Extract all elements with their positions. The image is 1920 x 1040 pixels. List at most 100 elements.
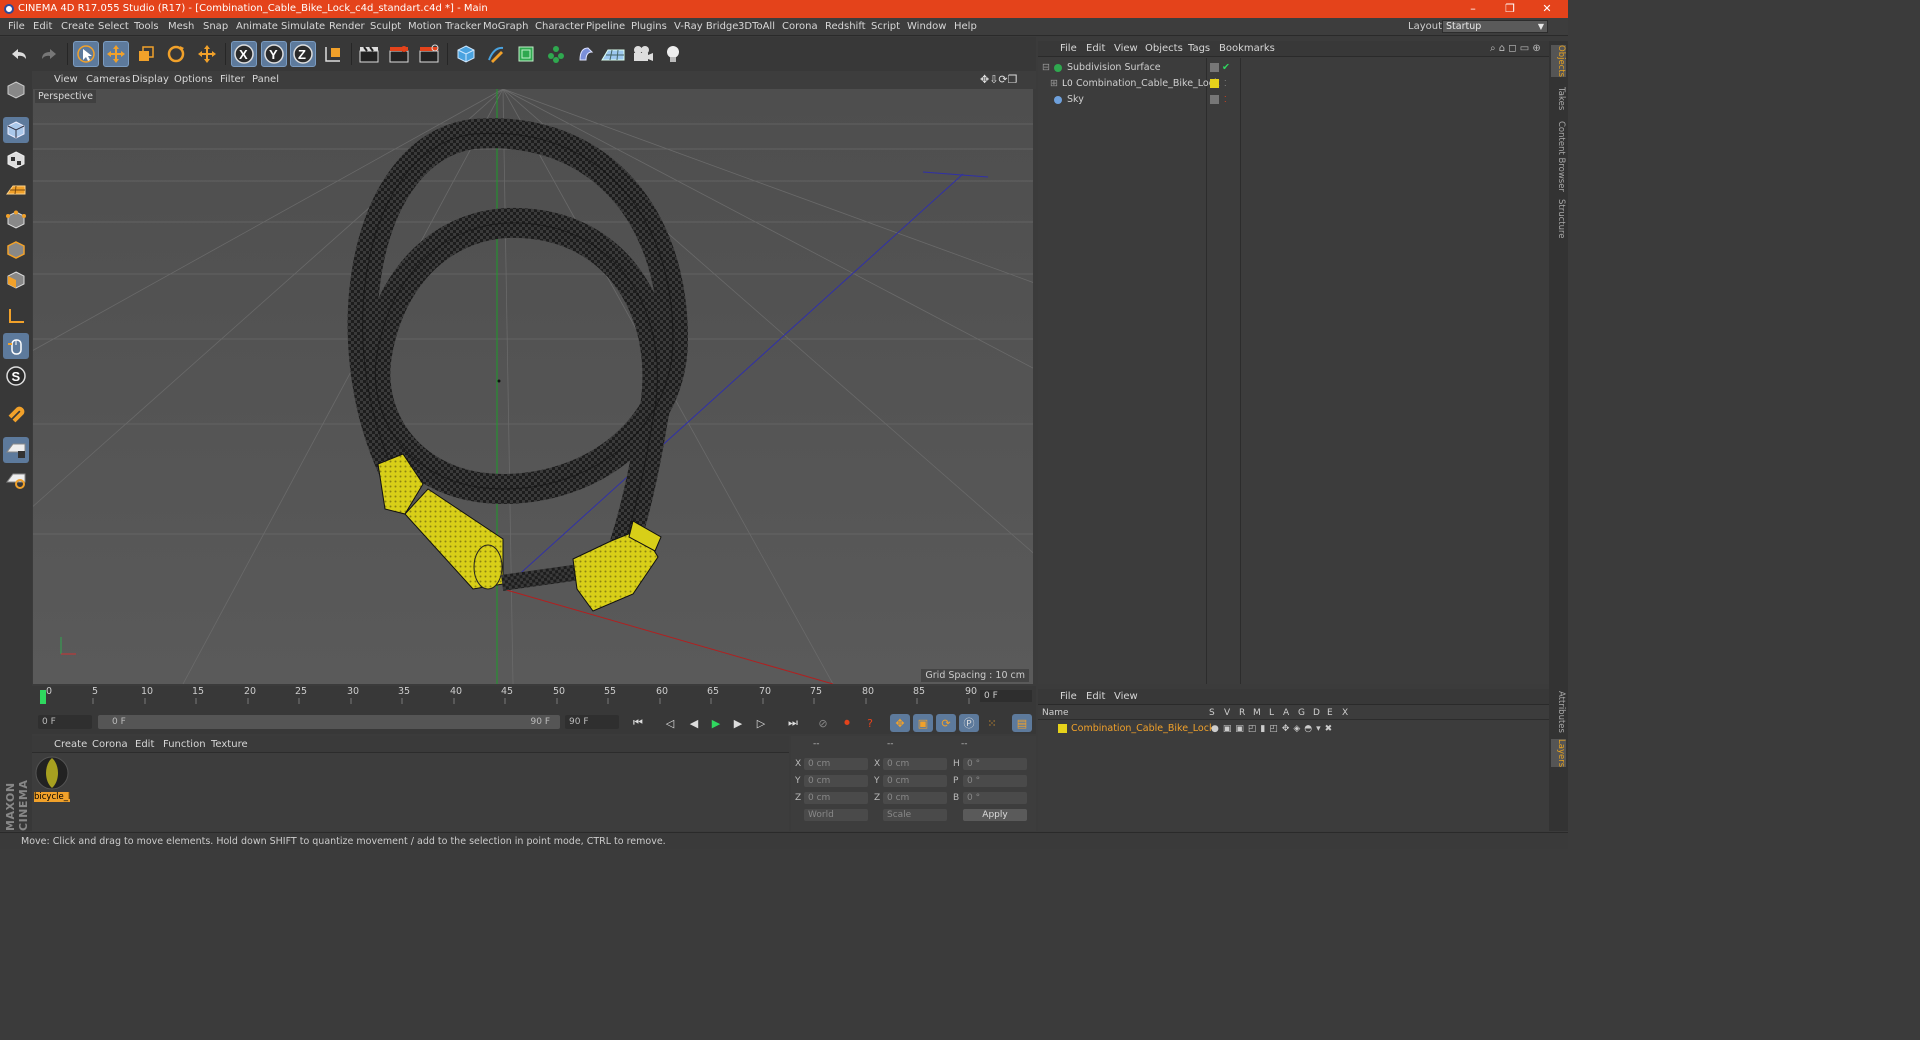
mat-menu-texture[interactable]: Texture xyxy=(211,736,248,754)
next-key-button[interactable]: ▷ xyxy=(751,714,771,732)
render-picture-viewer-button[interactable] xyxy=(386,41,412,67)
menu-tools[interactable]: Tools xyxy=(134,18,159,36)
vp-menu-options[interactable]: Options xyxy=(174,71,213,89)
rotation-b-field[interactable]: 0 ° xyxy=(963,792,1027,804)
viewport-nav-icons[interactable]: ✥⇩⟳❐ xyxy=(980,71,1018,89)
timeline-ruler[interactable]: 0 5 10 15 20 25 30 35 40 45 50 55 60 65 … xyxy=(40,686,980,704)
tweak-mode-button[interactable] xyxy=(3,333,29,359)
subdivision-button[interactable] xyxy=(513,41,539,67)
menu-mesh[interactable]: Mesh xyxy=(168,18,194,36)
layer-color-swatch[interactable] xyxy=(1058,724,1067,733)
menu-vray-bridge[interactable]: V-Ray Bridge xyxy=(674,18,738,36)
key-position-button[interactable]: ✥ xyxy=(890,714,910,732)
position-x-field[interactable]: 0 cm xyxy=(804,758,868,770)
size-z-field[interactable]: 0 cm xyxy=(883,792,947,804)
material-swatch[interactable]: bicycle_l xyxy=(34,755,70,803)
timeline[interactable]: 0 5 10 15 20 25 30 35 40 45 50 55 60 65 … xyxy=(32,686,1036,712)
tab-takes[interactable]: Takes xyxy=(1551,87,1566,110)
menu-3dtoall[interactable]: 3DToAll xyxy=(738,18,775,36)
mat-menu-function[interactable]: Function xyxy=(163,736,206,754)
vp-menu-cameras[interactable]: Cameras xyxy=(86,71,130,89)
viewport-perspective[interactable]: Perspective Grid Spacing : 10 cm xyxy=(33,89,1033,684)
menu-motion-tracker[interactable]: Motion Tracker xyxy=(408,18,481,36)
locked-workplane-button[interactable] xyxy=(3,437,29,463)
menu-select[interactable]: Select xyxy=(98,18,129,36)
tab-structure[interactable]: Structure xyxy=(1551,199,1566,239)
timeline-window-button[interactable]: ▤ xyxy=(1012,714,1032,732)
planar-workplane-button[interactable] xyxy=(3,467,29,493)
camera-button[interactable] xyxy=(630,41,656,67)
vp-menu-display[interactable]: Display xyxy=(132,71,169,89)
transform-tool-button[interactable] xyxy=(194,41,220,67)
mat-menu-corona[interactable]: Corona xyxy=(92,736,128,754)
render-settings-button[interactable] xyxy=(416,41,442,67)
visibility-dots[interactable]: ⁚ xyxy=(1224,92,1227,108)
object-row-subdivision[interactable]: ⊟ Subdivision Surface ✔ xyxy=(1038,60,1549,76)
edges-mode-button[interactable] xyxy=(3,237,29,263)
previous-frame-button[interactable]: ◀ xyxy=(684,714,704,732)
visibility-toggle[interactable] xyxy=(1210,63,1219,72)
key-parameter-button[interactable]: Ⓟ xyxy=(959,714,979,732)
move-tool-button[interactable] xyxy=(103,41,129,67)
layer-menu-edit[interactable]: Edit xyxy=(1086,689,1105,707)
y-axis-button[interactable]: Y xyxy=(261,41,287,67)
layout-select[interactable]: Startup ▼ xyxy=(1442,20,1548,33)
end-frame-field[interactable]: 90 F xyxy=(565,715,619,729)
polygons-mode-button[interactable] xyxy=(3,267,29,293)
menu-pipeline[interactable]: Pipeline xyxy=(586,18,625,36)
position-z-field[interactable]: 0 cm xyxy=(804,792,868,804)
expand-icon[interactable]: ⊞ xyxy=(1050,76,1058,92)
make-editable-button[interactable] xyxy=(3,77,29,103)
search-icon[interactable]: ⌕ ⌂ ◻ ▭ ⊕ xyxy=(1490,41,1541,59)
object-row-sky[interactable]: Sky ⁚ xyxy=(1038,92,1549,108)
go-to-start-button[interactable]: ⏮ xyxy=(628,714,648,732)
check-icon[interactable]: ✔ xyxy=(1222,60,1230,76)
coordinate-system-button[interactable] xyxy=(320,41,346,67)
menu-mograph[interactable]: MoGraph xyxy=(483,18,528,36)
menu-corona[interactable]: Corona xyxy=(782,18,818,36)
z-axis-button[interactable]: Z xyxy=(290,41,316,67)
restore-button[interactable]: ❐ xyxy=(1495,0,1525,18)
go-to-end-button[interactable]: ⏭ xyxy=(783,714,803,732)
size-y-field[interactable]: 0 cm xyxy=(883,775,947,787)
obj-menu-tags[interactable]: Tags xyxy=(1188,41,1210,59)
layer-toggle-icons[interactable]: ●▣▣◰▮◰✥◈◓▾✖ xyxy=(1211,721,1336,737)
menu-help[interactable]: Help xyxy=(954,18,977,36)
menu-create[interactable]: Create xyxy=(61,18,94,36)
collapse-icon[interactable]: ⊟ xyxy=(1042,60,1050,76)
play-button[interactable]: ▶ xyxy=(706,714,726,732)
rotate-tool-button[interactable] xyxy=(163,41,189,67)
menu-plugins[interactable]: Plugins xyxy=(631,18,667,36)
axis-mode-button[interactable] xyxy=(3,303,29,329)
cube-object-button[interactable] xyxy=(453,41,479,67)
vp-menu-panel[interactable]: Panel xyxy=(252,71,279,89)
position-y-field[interactable]: 0 cm xyxy=(804,775,868,787)
workplane-mode-button[interactable] xyxy=(3,177,29,203)
frame-range-slider[interactable]: 0 F 90 F xyxy=(98,715,560,729)
size-mode-select[interactable]: Scale xyxy=(883,809,947,821)
tab-content-browser[interactable]: Content Browser xyxy=(1551,121,1566,192)
coord-mode-select[interactable]: World xyxy=(804,809,868,821)
cloner-button[interactable] xyxy=(543,41,569,67)
tab-objects[interactable]: Objects xyxy=(1551,45,1566,78)
minimize-button[interactable]: – xyxy=(1458,0,1488,18)
key-pla-button[interactable]: ⁙ xyxy=(982,714,1002,732)
key-rotation-button[interactable]: ⟳ xyxy=(936,714,956,732)
autokey-button[interactable]: ⏺ xyxy=(837,714,857,732)
magnet-button[interactable] xyxy=(3,400,29,426)
obj-menu-objects[interactable]: Objects xyxy=(1145,41,1183,59)
menu-animate[interactable]: Animate xyxy=(236,18,278,36)
scale-tool-button[interactable] xyxy=(133,41,159,67)
pen-spline-button[interactable] xyxy=(483,41,509,67)
object-row-cable-lock[interactable]: ⊞ L0 Combination_Cable_Bike_Lock ⁚ xyxy=(1038,76,1549,92)
menu-redshift[interactable]: Redshift xyxy=(825,18,866,36)
rotation-p-field[interactable]: 0 ° xyxy=(963,775,1027,787)
render-view-button[interactable] xyxy=(356,41,382,67)
tab-layers[interactable]: Layers xyxy=(1551,739,1566,768)
menu-character[interactable]: Character xyxy=(535,18,584,36)
start-frame-field[interactable]: 0 F xyxy=(38,715,92,729)
menu-sculpt[interactable]: Sculpt xyxy=(370,18,401,36)
size-x-field[interactable]: 0 cm xyxy=(883,758,947,770)
menu-snap[interactable]: Snap xyxy=(203,18,228,36)
vp-menu-view[interactable]: View xyxy=(54,71,78,89)
